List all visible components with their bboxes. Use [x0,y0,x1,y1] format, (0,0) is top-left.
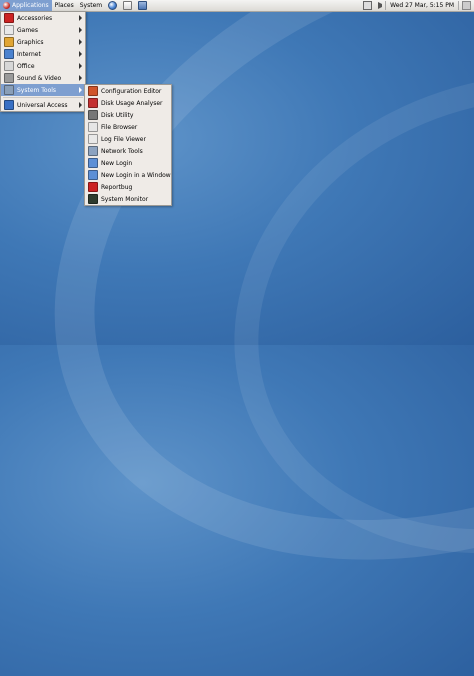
menu-item-label: Office [17,62,35,70]
menu-item-log-file-viewer[interactable]: Log File Viewer [85,133,171,145]
menu-item-label: Disk Utility [101,111,134,119]
sound-video-icon [4,73,14,83]
applications-icon [3,2,10,9]
applications-menu-button[interactable]: Applications [0,0,52,11]
menu-separator [3,97,83,98]
mail-launcher-icon[interactable] [123,1,133,10]
graphics-icon [4,37,14,47]
menu-item-label: Network Tools [101,147,143,155]
submenu-arrow-icon [79,63,82,69]
panel-separator [458,1,459,10]
help-launcher-icon[interactable] [138,1,148,10]
submenu-arrow-icon [79,51,82,57]
menu-item-label: Games [17,26,38,34]
system-monitor-icon [88,194,98,204]
volume-icon[interactable] [378,2,383,9]
menu-item-accessories[interactable]: Accessories [1,12,85,24]
new-login-icon [88,158,98,168]
menu-item-network-tools[interactable]: Network Tools [85,145,171,157]
menu-item-label: New Login in a Window [101,171,171,179]
menu-item-label: Reportbug [101,183,133,191]
menu-item-label: Log File Viewer [101,135,146,143]
menu-item-label: New Login [101,159,133,167]
network-tools-icon [88,146,98,156]
log-file-viewer-icon [88,134,98,144]
system-tools-submenu: Configuration Editor Disk Usage Analyser D… [84,84,172,206]
places-label: Places [54,2,74,9]
submenu-arrow-icon [79,15,82,21]
submenu-arrow-icon [79,102,82,108]
configuration-editor-icon [88,86,98,96]
disk-usage-analyser-icon [88,98,98,108]
menu-item-label: Configuration Editor [101,87,162,95]
menu-item-label: Universal Access [17,101,68,109]
web-browser-launcher-icon[interactable] [108,1,118,10]
submenu-arrow-icon [79,39,82,45]
file-browser-icon [88,122,98,132]
accessories-icon [4,13,14,23]
menu-item-disk-utility[interactable]: Disk Utility [85,109,171,121]
menu-item-internet[interactable]: Internet [1,48,85,60]
menu-item-label: Graphics [17,38,44,46]
menu-item-label: System Tools [17,86,57,94]
menu-item-label: Disk Usage Analyser [101,99,163,107]
clock[interactable]: Wed 27 Mar, 5:15 PM [386,2,458,9]
menu-item-games[interactable]: Games [1,24,85,36]
new-login-window-icon [88,170,98,180]
menu-item-new-login-in-a-window[interactable]: New Login in a Window [85,169,171,181]
places-menu-button[interactable]: Places [52,0,77,11]
menu-item-label: System Monitor [101,195,149,203]
submenu-arrow-icon [79,27,82,33]
menu-item-system-tools[interactable]: System Tools [1,84,85,96]
applications-label: Applications [12,2,49,9]
system-label: System [79,2,103,9]
menu-item-universal-access[interactable]: Universal Access [1,99,85,111]
menu-item-disk-usage-analyser[interactable]: Disk Usage Analyser [85,97,171,109]
universal-access-icon [4,100,14,110]
menu-item-system-monitor[interactable]: System Monitor [85,193,171,205]
menu-item-sound-video[interactable]: Sound & Video [1,72,85,84]
menu-item-new-login[interactable]: New Login [85,157,171,169]
menu-item-configuration-editor[interactable]: Configuration Editor [85,85,171,97]
reportbug-icon [88,182,98,192]
system-menu-button[interactable]: System [77,0,105,11]
menu-item-label: Sound & Video [17,74,62,82]
office-icon [4,61,14,71]
submenu-arrow-icon [79,75,82,81]
menu-item-label: File Browser [101,123,138,131]
menu-item-reportbug[interactable]: Reportbug [85,181,171,193]
games-icon [4,25,14,35]
menu-item-label: Accessories [17,14,53,22]
menu-item-office[interactable]: Office [1,60,85,72]
system-tools-icon [4,85,14,95]
menu-item-label: Internet [17,50,41,58]
menu-item-graphics[interactable]: Graphics [1,36,85,48]
applications-menu: Accessories Games Graphics Internet Office So… [0,11,86,112]
network-icon[interactable] [363,1,373,10]
menu-item-file-browser[interactable]: File Browser [85,121,171,133]
panel-tray: Wed 27 Mar, 5:15 PM [360,0,474,11]
user-switcher-icon[interactable] [462,1,471,10]
submenu-arrow-icon [79,87,82,93]
disk-utility-icon [88,110,98,120]
internet-icon [4,49,14,59]
